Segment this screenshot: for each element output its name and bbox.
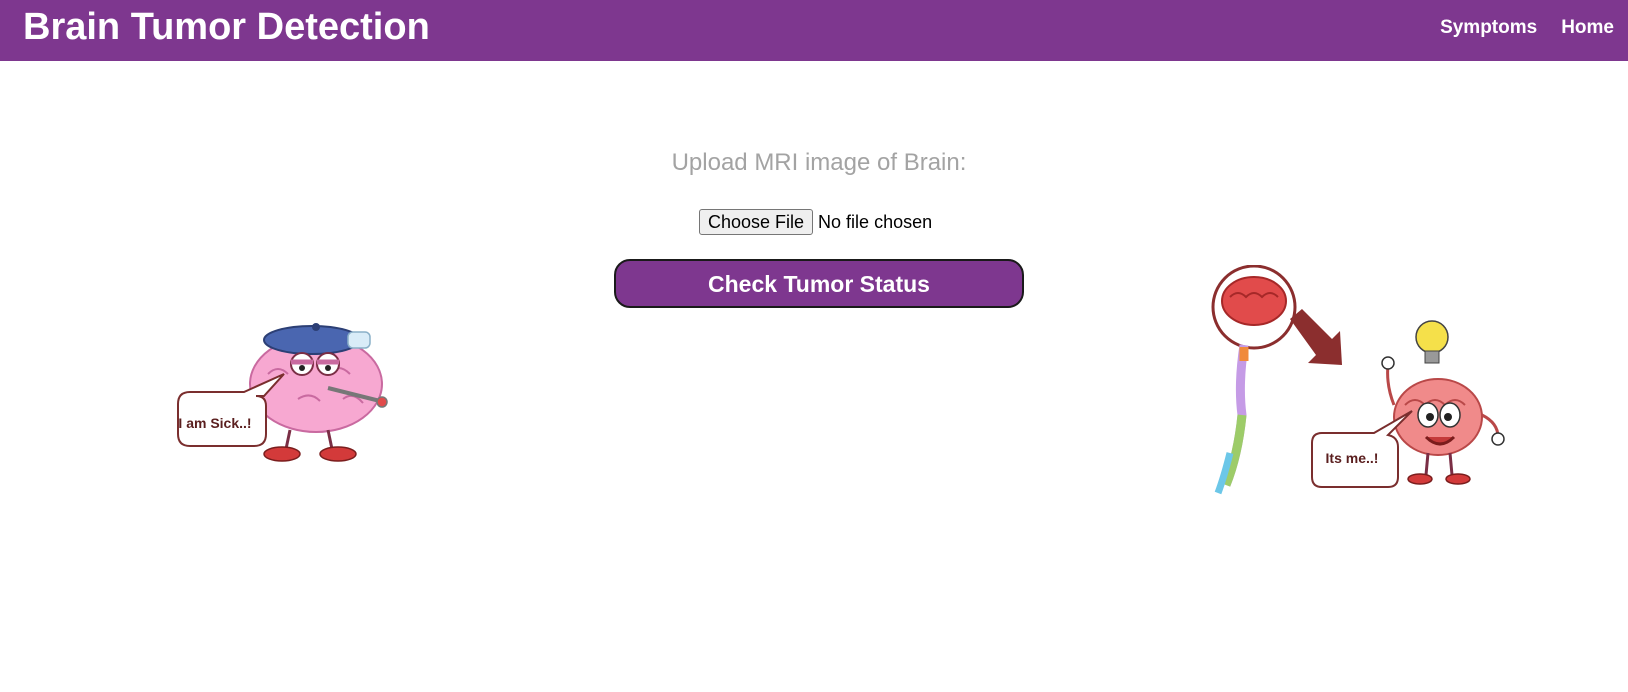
navbar: Brain Tumor Detection Symptoms Home: [0, 0, 1628, 61]
nav-link-home[interactable]: Home: [1561, 17, 1614, 39]
right-speech-bubble: Its me..!: [1311, 410, 1413, 488]
upload-label: Upload MRI image of Brain:: [671, 149, 967, 176]
right-bubble-text: Its me..!: [1326, 450, 1379, 466]
sick-brain-icon: [248, 323, 388, 462]
lightbulb-icon: [1415, 320, 1449, 364]
check-tumor-status-button[interactable]: Check Tumor Status: [614, 259, 1024, 308]
choose-file-button[interactable]: Choose File: [699, 209, 814, 235]
main-content: Upload MRI image of Brain: Choose File N…: [0, 61, 1628, 692]
happy-brain-illustration: Its me..!: [1211, 265, 1505, 495]
brain-spine-icon: [1211, 265, 1297, 495]
site-title[interactable]: Brain Tumor Detection: [23, 6, 430, 48]
file-input[interactable]: Choose File No file chosen: [699, 208, 932, 236]
file-status-text: No file chosen: [818, 211, 933, 232]
nav-links: Symptoms Home: [1440, 0, 1614, 56]
arrow-icon: [1290, 309, 1342, 365]
nav-link-symptoms[interactable]: Symptoms: [1440, 17, 1537, 39]
left-bubble-text: I am Sick..!: [178, 415, 251, 431]
sick-brain-illustration: I am Sick..!: [177, 323, 388, 462]
